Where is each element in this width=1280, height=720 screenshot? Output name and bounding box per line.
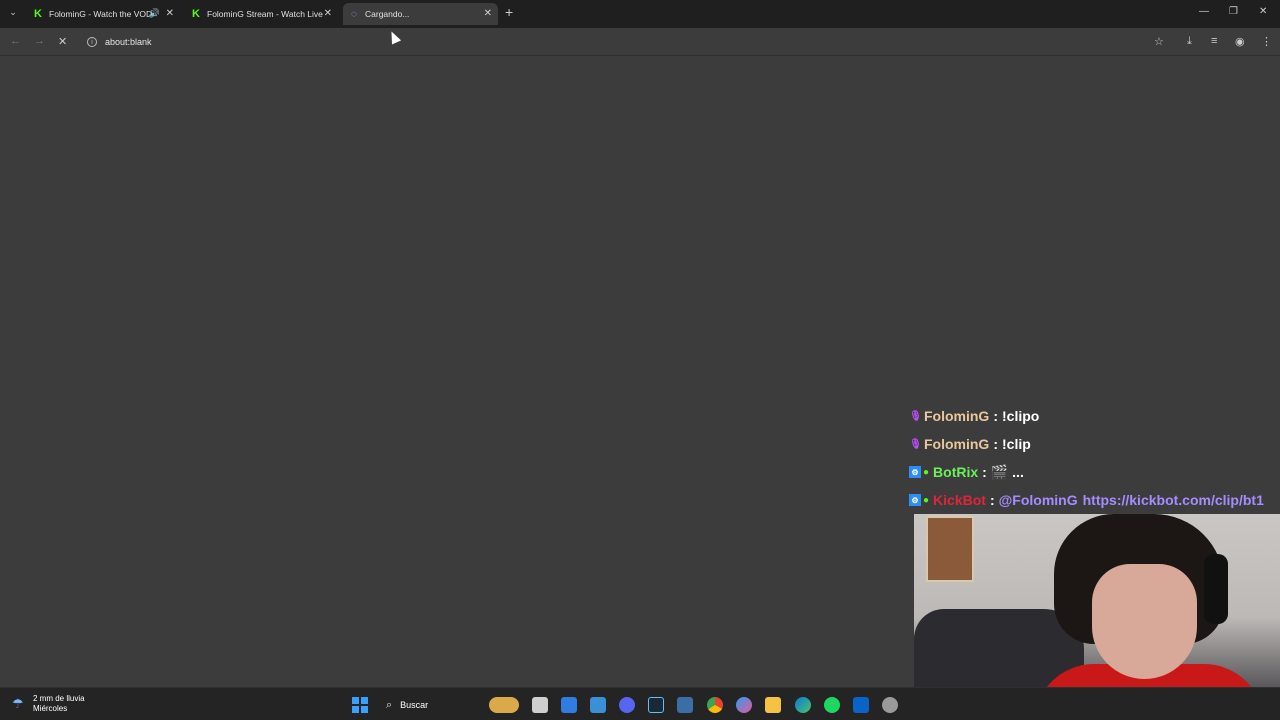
file-icon[interactable]: [532, 697, 548, 713]
search-icon: ⌕: [386, 698, 393, 711]
profile-icon[interactable]: ◉: [1235, 35, 1245, 48]
search-highlight-icon: [489, 697, 519, 713]
new-tab-button[interactable]: +: [505, 5, 513, 19]
verified-icon: ●: [923, 494, 930, 506]
address-bar[interactable]: i about:blank: [80, 32, 1140, 52]
rain-cloud-icon: ☂: [12, 696, 24, 711]
download-icon[interactable]: ⤓: [1187, 35, 1192, 48]
chat-text: 🎬 ...: [990, 463, 1024, 480]
back-icon[interactable]: ←: [10, 35, 21, 47]
kick-logo-icon: K: [34, 8, 42, 20]
headset: [1204, 554, 1228, 624]
tab-stream[interactable]: K FolominG Stream - Watch Live ✕: [186, 3, 338, 25]
info-icon[interactable]: i: [87, 37, 97, 47]
chat-message: 🎙 FolominG : !clip: [909, 436, 1031, 452]
mic-icon: 🎙: [909, 410, 922, 422]
windows-start-icon[interactable]: [352, 697, 368, 713]
weather-summary: 2 mm de lluvia: [33, 694, 85, 703]
edge-icon[interactable]: [795, 697, 811, 713]
close-tab-icon[interactable]: ✕: [484, 8, 492, 19]
mic-icon: 🎙: [909, 438, 922, 450]
chrome-icon[interactable]: [707, 697, 723, 713]
verified-icon: ●: [923, 466, 930, 478]
wall-poster: [926, 516, 974, 582]
restore-icon[interactable]: ❐: [1229, 6, 1238, 17]
bot-icon: ⚙: [909, 494, 921, 506]
menu-icon[interactable]: ⋮: [1261, 35, 1272, 48]
chat-link[interactable]: https://kickbot.com/clip/bt1: [1083, 492, 1264, 508]
tab-search-icon[interactable]: ⌄: [6, 5, 20, 19]
discord-icon[interactable]: [619, 697, 635, 713]
mail-icon[interactable]: [853, 697, 869, 713]
tab-title: Cargando...: [365, 9, 410, 19]
chat-message: ⚙ ● BotRix : 🎬 ...: [905, 458, 1280, 486]
kick-logo-icon: K: [192, 8, 200, 20]
chat-text: !clipo: [1002, 408, 1040, 424]
chat-mention: @FolominG: [998, 492, 1078, 508]
settings-icon[interactable]: [882, 697, 898, 713]
chat-message: 🎙 FolominG : !clipo: [909, 408, 1040, 424]
chat-overlay: 🎙 FolominG : !clipo 🎙 FolominG : !clip ⚙…: [905, 402, 1280, 514]
browser-toolbar: ← → ✕ i about:blank ☆ ⤓ ≡ ◉ ⋮: [0, 28, 1280, 56]
chat-text: !clip: [1002, 436, 1031, 452]
streamer-face: [1092, 564, 1197, 679]
chat-username: BotRix: [933, 464, 979, 480]
todo-icon[interactable]: [561, 697, 577, 713]
search-label: Buscar: [400, 700, 429, 710]
tab-strip: ⌄ K FolominG - Watch the VOD 🔊 ✕ K Folom…: [0, 0, 1280, 28]
bot-icon: ⚙: [909, 466, 921, 478]
audio-icon[interactable]: 🔊: [149, 8, 160, 19]
steam-icon[interactable]: [648, 697, 664, 713]
tab-vod[interactable]: K FolominG - Watch the VOD 🔊 ✕: [28, 3, 180, 25]
close-window-icon[interactable]: ✕: [1259, 6, 1267, 17]
taskbar-search[interactable]: ⌕ Buscar: [381, 694, 521, 716]
chat-username: KickBot: [933, 492, 986, 508]
spotify-icon[interactable]: [824, 697, 840, 713]
chat-message: ⚙ ● KickBot : @FolominG https://kickbot.…: [905, 486, 1280, 514]
weather-widget[interactable]: ☂ 2 mm de lluvia Miércoles: [12, 694, 85, 714]
weather-day: Miércoles: [33, 704, 68, 713]
loading-spinner-icon: ◌: [351, 8, 357, 20]
tab-loading[interactable]: ◌ Cargando... ✕: [343, 3, 498, 25]
chat-username: FolominG: [924, 436, 990, 452]
close-tab-icon[interactable]: ✕: [166, 8, 174, 19]
stop-loading-icon[interactable]: ✕: [58, 35, 67, 48]
copilot-icon[interactable]: [736, 697, 752, 713]
minimize-icon[interactable]: —: [1199, 6, 1209, 17]
media-control-icon[interactable]: ≡: [1211, 35, 1217, 47]
chat-username: FolominG: [924, 408, 990, 424]
tab-title: FolominG - Watch the VOD: [49, 9, 153, 19]
bookmark-icon[interactable]: [590, 697, 606, 713]
windows-taskbar: ☂ 2 mm de lluvia Miércoles ⌕ Buscar: [0, 687, 1280, 720]
close-tab-icon[interactable]: ✕: [324, 8, 332, 19]
bookmark-star-icon[interactable]: ☆: [1154, 35, 1164, 48]
folder-icon[interactable]: [765, 697, 781, 713]
calculator-icon[interactable]: [677, 697, 693, 713]
forward-icon[interactable]: →: [34, 35, 45, 47]
address-text: about:blank: [105, 37, 152, 47]
tab-title: FolominG Stream - Watch Live: [207, 9, 323, 19]
